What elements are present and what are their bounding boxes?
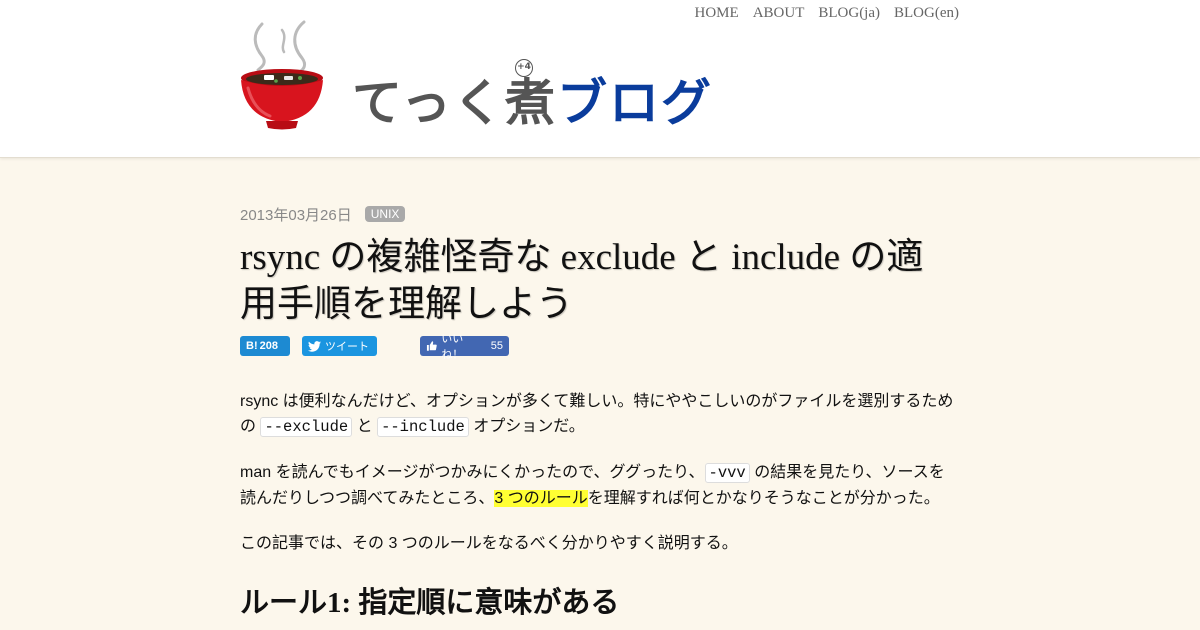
logo-wordmark: てっく煮 +4 ブログ [352, 59, 713, 135]
article-meta: 2013年03月26日 UNIX [240, 200, 960, 228]
code-vvv: -vvv [704, 463, 750, 483]
twitter-bird-icon [308, 340, 321, 352]
paragraph-1: rsync は便利なんだけど、オプションが多くて難しい。特にややこしいのがファイ… [240, 389, 960, 440]
hatena-b-icon: B! [246, 340, 258, 352]
thumbs-up-icon [426, 341, 437, 351]
tweet-button[interactable]: ツイート [302, 336, 377, 356]
section-heading-rule1: ルール1: 指定順に意味がある [240, 587, 620, 619]
logo-text-blog: ブログ [557, 74, 713, 132]
like-label: いいね！ [441, 333, 464, 361]
p2-text1: man を読んでもイメージがつかみにくかったので、ググったり、 [240, 464, 705, 481]
paragraph-3: この記事では、その 3 つのルールをなるべく分かりやすく説明する。 [240, 535, 738, 552]
tweet-label: ツイート [325, 341, 369, 353]
logo-text-main: てっく煮 [352, 74, 557, 132]
article-title: rsync の複雑怪奇な exclude と include の適用手順を理解し… [240, 237, 924, 325]
logo-text-sup: +4 [515, 59, 533, 77]
code-exclude: --exclude [260, 417, 353, 437]
code-include: --include [377, 417, 469, 437]
paragraph-2: man を読んでもイメージがつかみにくかったので、ググったり、 -vvv の結果を… [240, 460, 960, 511]
hatena-count: 208 [259, 340, 278, 352]
article-body: rsync は便利なんだけど、オプションが多くて難しい。特にややこしいのがファイ… [240, 389, 960, 619]
top-nav: HOME ABOUT BLOG(ja) BLOG(en) [695, 5, 959, 22]
nav-blog-ja[interactable]: BLOG(ja) [818, 5, 880, 22]
article-date: 2013年03月26日 [240, 206, 352, 224]
p1-text2: と [352, 418, 378, 435]
p2-text3: を理解すれば何とかなりそうなことが分かった。 [587, 490, 940, 507]
site-header: HOME ABOUT BLOG(ja) BLOG(en) てっく煮 +4 ブログ [0, 0, 1200, 158]
highlight-three-rules: 3 つのルール [494, 490, 588, 507]
share-buttons: B! 208 ツイート いいね！ 55 [240, 333, 960, 361]
hatena-bookmark-button[interactable]: B! 208 [240, 336, 290, 356]
article: 2013年03月26日 UNIX rsync の複雑怪奇な exclude と … [240, 200, 960, 619]
p1-text3: オプションだ。 [468, 418, 585, 435]
facebook-like-button[interactable]: いいね！ 55 [420, 333, 509, 361]
like-count: 55 [490, 340, 503, 352]
nav-blog-en[interactable]: BLOG(en) [894, 5, 959, 22]
article-tag[interactable]: UNIX [364, 206, 406, 222]
nav-about[interactable]: ABOUT [753, 5, 805, 22]
miso-soup-bowl-icon [241, 20, 323, 130]
nav-home[interactable]: HOME [695, 5, 739, 22]
site-logo[interactable]: てっく煮 +4 ブログ [240, 18, 711, 134]
